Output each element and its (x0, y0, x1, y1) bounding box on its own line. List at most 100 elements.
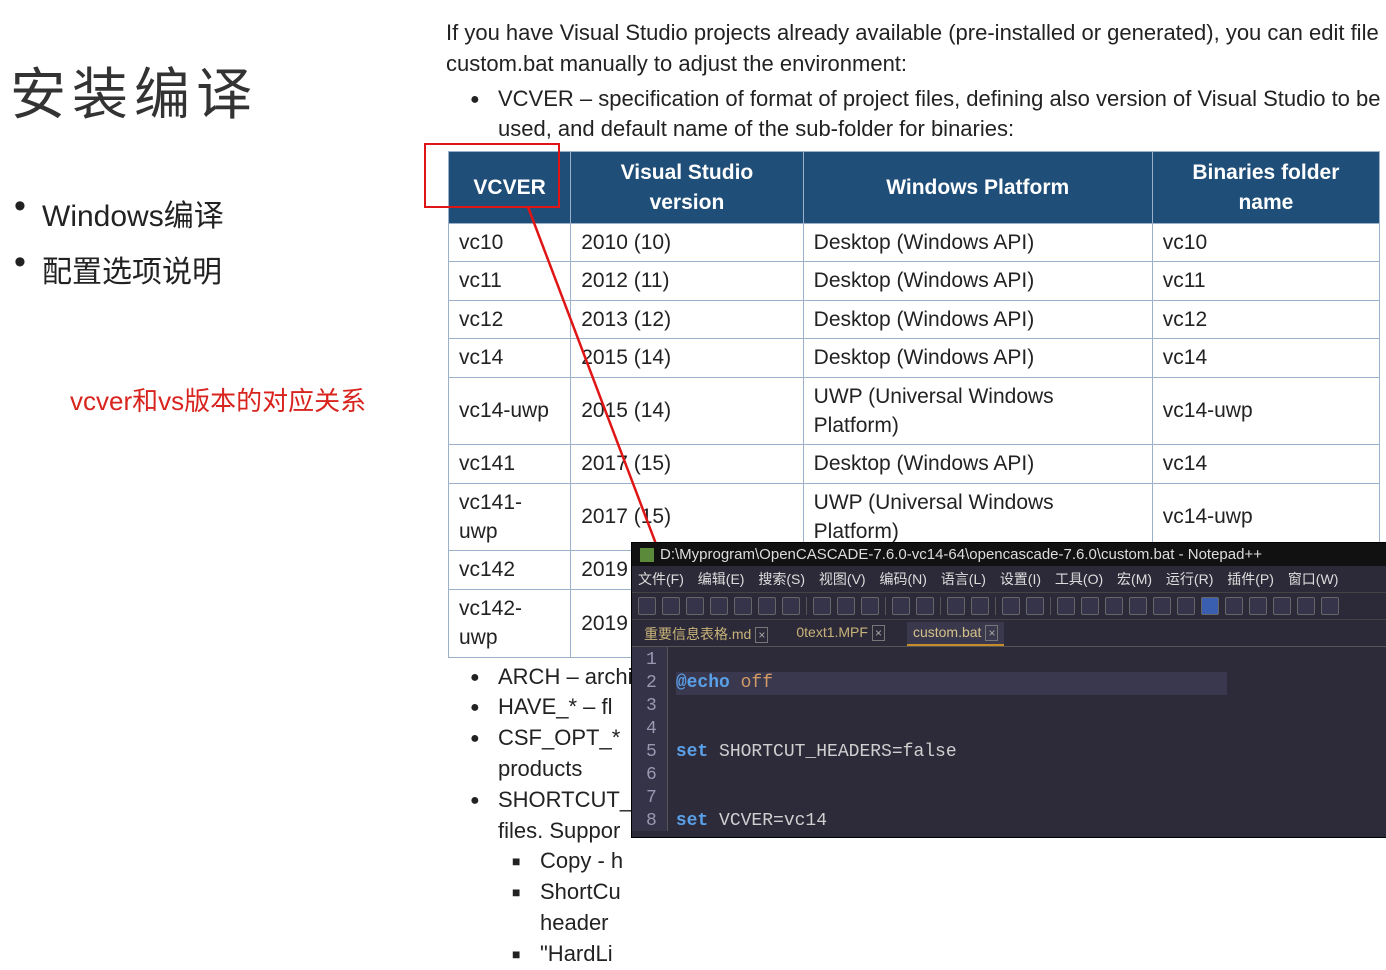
replace-icon[interactable] (971, 597, 989, 615)
table-cell: Desktop (Windows API) (803, 223, 1152, 261)
code-editor[interactable]: 1 2 3 4 5 6 7 8 @echo off set SHORTCUT_H… (632, 647, 1386, 831)
window-title: D:\Myprogram\OpenCASCADE-7.6.0-vc14-64\o… (660, 546, 1262, 563)
doc-bullet-csf-l1: CSF_OPT_* (498, 725, 620, 750)
table-row: vc14-uwp2015 (14)UWP (Universal Windows … (449, 377, 1380, 445)
table-cell: vc10 (449, 223, 571, 261)
close-icon[interactable] (734, 597, 752, 615)
print-icon[interactable] (782, 597, 800, 615)
code-keyword: set (676, 742, 708, 762)
code-keyword: set (676, 811, 708, 831)
window-titlebar[interactable]: D:\Myprogram\OpenCASCADE-7.6.0-vc14-64\o… (632, 543, 1386, 566)
line-number: 4 (646, 718, 657, 741)
table-cell: vc12 (1152, 300, 1379, 338)
copy-icon[interactable] (837, 597, 855, 615)
zoom-in-icon[interactable] (1002, 597, 1020, 615)
toolbar-separator (1050, 597, 1051, 615)
menu-run[interactable]: 运行(R) (1166, 571, 1213, 587)
new-file-icon[interactable] (638, 597, 656, 615)
undo-icon[interactable] (892, 597, 910, 615)
cut-icon[interactable] (813, 597, 831, 615)
tab-label: 重要信息表格.md (644, 626, 751, 642)
save-all-icon[interactable] (710, 597, 728, 615)
menu-tools[interactable]: 工具(O) (1055, 571, 1103, 587)
toolbar[interactable] (632, 593, 1386, 620)
show-all-icon[interactable] (1129, 597, 1147, 615)
table-cell: Desktop (Windows API) (803, 339, 1152, 377)
sync-h-icon[interactable] (1081, 597, 1099, 615)
redo-icon[interactable] (916, 597, 934, 615)
find-icon[interactable] (947, 597, 965, 615)
menu-file[interactable]: 文件(F) (638, 571, 684, 587)
tab-custom-bat[interactable]: custom.bat× (907, 622, 1005, 646)
menu-language[interactable]: 语言(L) (941, 571, 986, 587)
paste-icon[interactable] (861, 597, 879, 615)
save-icon[interactable] (686, 597, 704, 615)
annotation-red-note: vcver和vs版本的对应关系 (70, 381, 430, 418)
table-cell: vc14 (1152, 445, 1379, 483)
zoom-out-icon[interactable] (1026, 597, 1044, 615)
table-cell: vc142-uwp (449, 589, 571, 657)
table-cell: vc141-uwp (449, 483, 571, 551)
table-cell: 2012 (11) (571, 262, 803, 300)
code-keyword: @echo (676, 673, 730, 693)
wordwrap-icon[interactable] (1105, 597, 1123, 615)
menu-encoding[interactable]: 编码(N) (879, 571, 926, 587)
record-macro-icon[interactable] (1297, 597, 1315, 615)
pilcrow-icon[interactable] (1177, 597, 1195, 615)
toolbar-separator (885, 597, 886, 615)
line-number: 8 (646, 810, 657, 831)
doc-sub-shortcut: ShortCu header (512, 877, 1382, 939)
tab-md[interactable]: 重要信息表格.md× (638, 622, 774, 646)
code-text: off (730, 673, 773, 693)
doc-map-icon[interactable] (1201, 597, 1219, 615)
table-row: vc1412017 (15)Desktop (Windows API)vc14 (449, 445, 1380, 483)
th-platform: Windows Platform (803, 152, 1152, 224)
sync-v-icon[interactable] (1057, 597, 1075, 615)
tab-close-icon[interactable]: × (872, 625, 885, 641)
table-cell: vc14-uwp (449, 377, 571, 445)
th-vs-version: Visual Studio version (571, 152, 803, 224)
menu-window[interactable]: 窗口(W) (1288, 571, 1339, 587)
play-macro-icon[interactable] (1321, 597, 1339, 615)
line-number: 5 (646, 741, 657, 764)
table-cell: vc11 (1152, 262, 1379, 300)
table-row: vc102010 (10)Desktop (Windows API)vc10 (449, 223, 1380, 261)
table-header-row: VCVER Visual Studio version Windows Plat… (449, 152, 1380, 224)
menu-search[interactable]: 搜索(S) (758, 571, 805, 587)
table-cell: vc14-uwp (1152, 377, 1379, 445)
close-all-icon[interactable] (758, 597, 776, 615)
code-area[interactable]: @echo off set SHORTCUT_HEADERS=false set… (668, 647, 1235, 831)
doc-sub-shortcut-l2: header (540, 910, 609, 935)
menu-edit[interactable]: 编辑(E) (698, 571, 745, 587)
indent-guide-icon[interactable] (1153, 597, 1171, 615)
toolbar-separator (940, 597, 941, 615)
menu-view[interactable]: 视图(V) (819, 571, 866, 587)
table-row: vc141-uwp2017 (15)UWP (Universal Windows… (449, 483, 1380, 551)
line-number: 1 (646, 649, 657, 672)
app-icon (640, 548, 654, 562)
table-cell: vc10 (1152, 223, 1379, 261)
code-text: SHORTCUT_HEADERS=false (708, 742, 956, 762)
menu-plugins[interactable]: 插件(P) (1227, 571, 1274, 587)
table-cell: vc14 (1152, 339, 1379, 377)
table-cell: vc14 (449, 339, 571, 377)
notepadpp-window[interactable]: D:\Myprogram\OpenCASCADE-7.6.0-vc14-64\o… (632, 543, 1386, 837)
menu-bar[interactable]: 文件(F) 编辑(E) 搜索(S) 视图(V) 编码(N) 语言(L) 设置(I… (632, 566, 1386, 593)
doc-sub-shortcut-l1: ShortCu (540, 879, 621, 904)
line-number: 7 (646, 787, 657, 810)
tab-close-icon[interactable]: × (755, 627, 768, 643)
tab-mpf[interactable]: 0text1.MPF× (790, 622, 891, 646)
folder-icon[interactable] (1249, 597, 1267, 615)
toolbar-separator (806, 597, 807, 615)
open-file-icon[interactable] (662, 597, 680, 615)
line-number: 6 (646, 764, 657, 787)
monitor-icon[interactable] (1273, 597, 1291, 615)
table-cell: Desktop (Windows API) (803, 300, 1152, 338)
doc-bullet-vcver: VCVER – specification of format of proje… (470, 84, 1382, 146)
menu-settings[interactable]: 设置(I) (1000, 571, 1041, 587)
tab-close-icon[interactable]: × (985, 625, 998, 641)
menu-macro[interactable]: 宏(M) (1117, 571, 1152, 587)
func-list-icon[interactable] (1225, 597, 1243, 615)
table-cell: 2015 (14) (571, 377, 803, 445)
tab-bar[interactable]: 重要信息表格.md× 0text1.MPF× custom.bat× (632, 620, 1386, 647)
